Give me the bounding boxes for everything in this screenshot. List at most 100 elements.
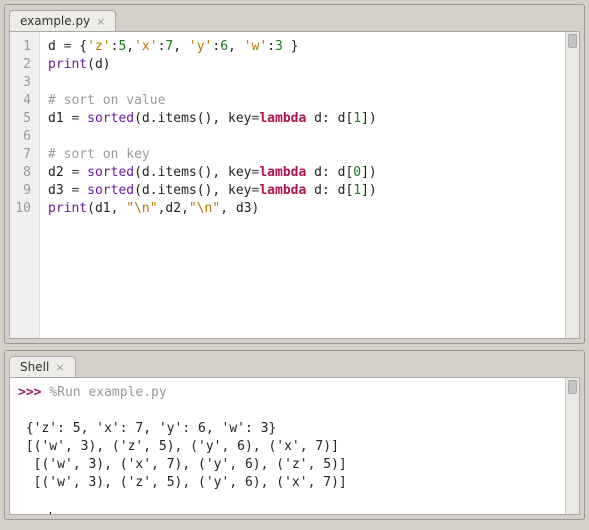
code-token: d: d[	[306, 183, 353, 198]
shell-pane: Shell × >>> %Run example.py {'z': 5, 'x'…	[4, 350, 585, 520]
editor-scrollbar[interactable]	[565, 32, 579, 338]
code-token: ,	[228, 39, 244, 54]
line-number: 7	[14, 146, 31, 164]
code-token: d: d[	[306, 111, 353, 126]
code-line[interactable]: print(d1, "\n",d2,"\n", d3)	[48, 200, 557, 218]
code-token: d1	[48, 111, 71, 126]
code-token: 1	[353, 111, 361, 126]
code-token	[79, 183, 87, 198]
shell-output: [('w', 3), ('x', 7), ('y', 6), ('z', 5)]	[18, 457, 355, 472]
line-number: 8	[14, 164, 31, 182]
code-area[interactable]: d = {'z':5,'x':7, 'y':6, 'w':3 }print(d)…	[40, 32, 565, 338]
line-gutter: 12345678910	[10, 32, 40, 338]
code-token: 1	[353, 183, 361, 198]
code-token: print	[48, 57, 87, 72]
line-number: 4	[14, 92, 31, 110]
line-number: 9	[14, 182, 31, 200]
cursor	[50, 512, 51, 516]
editor-tab[interactable]: example.py ×	[9, 10, 116, 31]
code-token: ])	[361, 183, 377, 198]
code-token: print	[48, 201, 87, 216]
shell-tab-label: Shell	[20, 360, 49, 374]
shell-output: [('w', 3), ('z', 5), ('y', 6), ('x', 7)]	[18, 439, 347, 454]
shell-content: >>> %Run example.py {'z': 5, 'x': 7, 'y'…	[9, 377, 580, 515]
shell-line: >>>	[18, 510, 557, 515]
shell-prompt: >>>	[18, 385, 49, 400]
editor-content: 12345678910 d = {'z':5,'x':7, 'y':6, 'w'…	[9, 31, 580, 339]
code-token: "\n"	[189, 201, 220, 216]
line-number: 1	[14, 38, 31, 56]
editor-pane: example.py × 12345678910 d = {'z':5,'x':…	[4, 4, 585, 344]
shell-line: {'z': 5, 'x': 7, 'y': 6, 'w': 3}	[18, 420, 557, 438]
code-line[interactable]: # sort on value	[48, 92, 557, 110]
code-token: 'y'	[189, 39, 212, 54]
code-token: 'x'	[134, 39, 157, 54]
code-token: :	[267, 39, 275, 54]
code-token: sorted	[87, 165, 134, 180]
code-line[interactable]	[48, 74, 557, 92]
code-token: # sort on value	[48, 93, 165, 108]
editor-tab-label: example.py	[20, 14, 90, 28]
shell-line	[18, 492, 557, 510]
code-token: d3	[48, 183, 71, 198]
code-token: 'z'	[87, 39, 110, 54]
scroll-thumb[interactable]	[568, 34, 577, 48]
shell-tab-bar: Shell ×	[5, 351, 584, 377]
code-token: # sort on key	[48, 147, 150, 162]
code-token: ,d2,	[158, 201, 189, 216]
code-token: ])	[361, 165, 377, 180]
code-line[interactable]: d = {'z':5,'x':7, 'y':6, 'w':3 }	[48, 38, 557, 56]
line-number: 6	[14, 128, 31, 146]
code-token: lambda	[259, 165, 306, 180]
code-token: }	[283, 39, 299, 54]
code-token: d: d[	[306, 165, 353, 180]
code-token: 6	[220, 39, 228, 54]
shell-line: >>> %Run example.py	[18, 384, 557, 402]
shell-line: [('w', 3), ('z', 5), ('y', 6), ('x', 7)]	[18, 474, 557, 492]
code-line[interactable]	[48, 128, 557, 146]
code-token: 3	[275, 39, 283, 54]
code-token: ])	[361, 111, 377, 126]
line-number: 5	[14, 110, 31, 128]
code-token: {	[71, 39, 87, 54]
code-token: (d.items(), key	[134, 183, 251, 198]
code-token: lambda	[259, 183, 306, 198]
editor-tab-bar: example.py ×	[5, 5, 584, 31]
code-token: sorted	[87, 183, 134, 198]
code-token: (d)	[87, 57, 110, 72]
code-token	[79, 165, 87, 180]
close-icon[interactable]: ×	[55, 362, 64, 373]
code-line[interactable]: d1 = sorted(d.items(), key=lambda d: d[1…	[48, 110, 557, 128]
code-line[interactable]: d3 = sorted(d.items(), key=lambda d: d[1…	[48, 182, 557, 200]
shell-prompt: >>>	[18, 511, 49, 515]
code-line[interactable]: # sort on key	[48, 146, 557, 164]
code-token: ,	[173, 39, 189, 54]
code-token: d2	[48, 165, 71, 180]
shell-tab[interactable]: Shell ×	[9, 356, 76, 377]
code-token: "\n"	[126, 201, 157, 216]
code-token: d	[48, 39, 64, 54]
shell-output: [('w', 3), ('z', 5), ('y', 6), ('x', 7)]	[18, 475, 347, 490]
shell-output: {'z': 5, 'x': 7, 'y': 6, 'w': 3}	[18, 421, 276, 436]
shell-area[interactable]: >>> %Run example.py {'z': 5, 'x': 7, 'y'…	[10, 378, 565, 514]
code-token: lambda	[259, 111, 306, 126]
code-token	[79, 111, 87, 126]
code-token: (d.items(), key	[134, 111, 251, 126]
code-token: ,	[126, 39, 134, 54]
shell-scrollbar[interactable]	[565, 378, 579, 514]
code-line[interactable]: print(d)	[48, 56, 557, 74]
line-number: 2	[14, 56, 31, 74]
code-token: , d3)	[220, 201, 259, 216]
code-token: sorted	[87, 111, 134, 126]
line-number: 3	[14, 74, 31, 92]
close-icon[interactable]: ×	[96, 16, 105, 27]
shell-line	[18, 402, 557, 420]
shell-run-command: %Run example.py	[49, 385, 166, 400]
code-token: (d1,	[87, 201, 126, 216]
code-token: 0	[353, 165, 361, 180]
scroll-thumb[interactable]	[568, 380, 577, 394]
code-token: (d.items(), key	[134, 165, 251, 180]
code-line[interactable]: d2 = sorted(d.items(), key=lambda d: d[0…	[48, 164, 557, 182]
shell-line: [('w', 3), ('x', 7), ('y', 6), ('z', 5)]	[18, 456, 557, 474]
code-token: 'w'	[244, 39, 267, 54]
